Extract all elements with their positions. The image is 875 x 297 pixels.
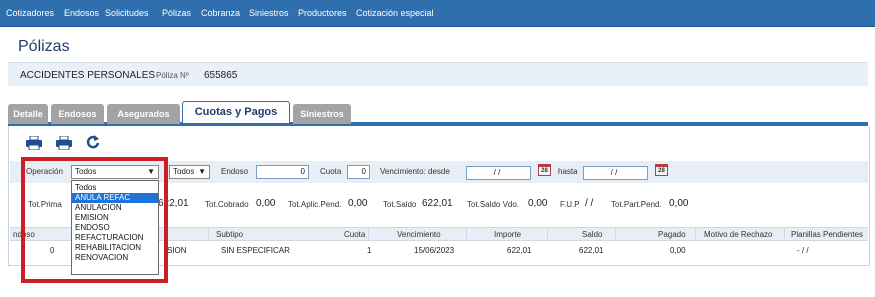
column-divider [615, 228, 616, 240]
column-divider [695, 228, 696, 240]
printer-icon[interactable] [56, 135, 72, 152]
column-divider [547, 228, 548, 240]
printer-icon[interactable] [26, 135, 42, 152]
tot-part-pend-label: Tot.Part.Pend. [611, 200, 662, 209]
policy-number: 655865 [204, 70, 238, 81]
tot-part-pend-value: 0,00 [669, 198, 689, 209]
policy-number-label: Póliza Nº [156, 71, 189, 80]
nav-item-solicitudes[interactable]: Solicitudes [105, 8, 149, 18]
cell-saldo: 622,01 [579, 246, 604, 255]
cell-importe: 622,01 [507, 246, 532, 255]
nav-item-cotizadores[interactable]: Cotizadores [6, 8, 54, 18]
cell-pagado: 0,00 [670, 246, 686, 255]
tot-cobrado-label: Tot.Cobrado [205, 200, 249, 209]
refresh-icon[interactable] [86, 134, 100, 152]
nav-item-productores[interactable]: Productores [298, 8, 347, 18]
tot-saldo-vdo-value: 0,00 [528, 198, 548, 209]
column-divider [208, 228, 209, 240]
cell-planillas-pendientes: - / / [797, 246, 809, 255]
tab-siniestros[interactable]: Siniestros [293, 104, 351, 124]
page-title: Pólizas [18, 38, 70, 55]
cell-subtipo: SIN ESPECIFICAR [221, 246, 290, 255]
subtipo-select-value: Todos [173, 167, 195, 176]
calendar-icon[interactable]: 28 [655, 164, 668, 176]
endoso-input[interactable]: 0 [256, 165, 309, 179]
tab-asegurados[interactable]: Asegurados [107, 104, 180, 124]
annotation-highlight-box [21, 157, 168, 283]
endoso-label: Endoso [221, 167, 249, 176]
vencimiento-desde-input[interactable]: / / [466, 166, 531, 180]
cuota-input[interactable]: 0 [347, 165, 370, 179]
tot-cobrado-value: 0,00 [256, 198, 276, 209]
col-header-saldo: Saldo [582, 230, 603, 239]
col-header-importe: Importe [494, 230, 522, 239]
tab-endosos[interactable]: Endosos [51, 104, 104, 124]
hasta-label: hasta [558, 167, 578, 176]
column-divider [466, 228, 467, 240]
tot-aplic-pend-label: Tot.Aplic.Pend. [288, 200, 342, 209]
tot-aplic-pend-value: 0,00 [348, 198, 368, 209]
col-header-planillas-pendientes: Planillas Pendientes [791, 230, 864, 239]
chevron-down-icon: ▼ [198, 167, 206, 176]
policy-ramo: ACCIDENTES PERSONALES [20, 70, 156, 81]
tot-saldo-vdo-label: Tot.Saldo Vdo. [467, 200, 520, 209]
tab-bar: Detalle Endosos Asegurados Cuotas y Pago… [8, 101, 868, 126]
vencimiento-desde-label: Vencimiento: desde [380, 167, 450, 176]
nav-item-siniestros[interactable]: Siniestros [249, 8, 289, 18]
cell-operacion: SION [167, 246, 187, 255]
nav-item-cotizacion-especial[interactable]: Cotización especial [356, 8, 434, 18]
tot-saldo-value: 622,01 [422, 198, 453, 209]
col-header-vencimiento: Vencimiento [397, 230, 441, 239]
calendar-icon[interactable]: 28 [538, 164, 551, 176]
nav-item-endosos[interactable]: Endosos [64, 8, 99, 18]
vencimiento-hasta-input[interactable]: / / [583, 166, 648, 180]
top-nav: Cotizadores Endosos Solicitudes Pólizas … [0, 0, 875, 27]
column-divider [368, 228, 369, 240]
subtipo-select[interactable]: Todos ▼ [169, 165, 210, 179]
tab-detalle[interactable]: Detalle [8, 104, 48, 124]
col-header-motivo-rechazo: Motivo de Rechazo [704, 230, 773, 239]
fup-value: / / [585, 198, 594, 209]
column-divider [784, 228, 785, 240]
col-header-subtipo: Subtipo [216, 230, 244, 239]
tab-cuotas-y-pagos[interactable]: Cuotas y Pagos [182, 101, 290, 123]
cell-vencimiento: 15/06/2023 [414, 246, 455, 255]
nav-item-cobranza[interactable]: Cobranza [201, 8, 240, 18]
col-header-cuota: Cuota [344, 230, 366, 239]
policy-header: ACCIDENTES PERSONALES Póliza Nº 655865 [8, 62, 868, 86]
nav-item-polizas[interactable]: Pólizas [162, 8, 191, 18]
tot-saldo-label: Tot.Saldo [383, 200, 417, 209]
cuota-label: Cuota [320, 167, 342, 176]
cell-cuota: 1 [367, 246, 372, 255]
col-header-pagado: Pagado [658, 230, 686, 239]
fup-label: F.U.P [560, 200, 580, 209]
